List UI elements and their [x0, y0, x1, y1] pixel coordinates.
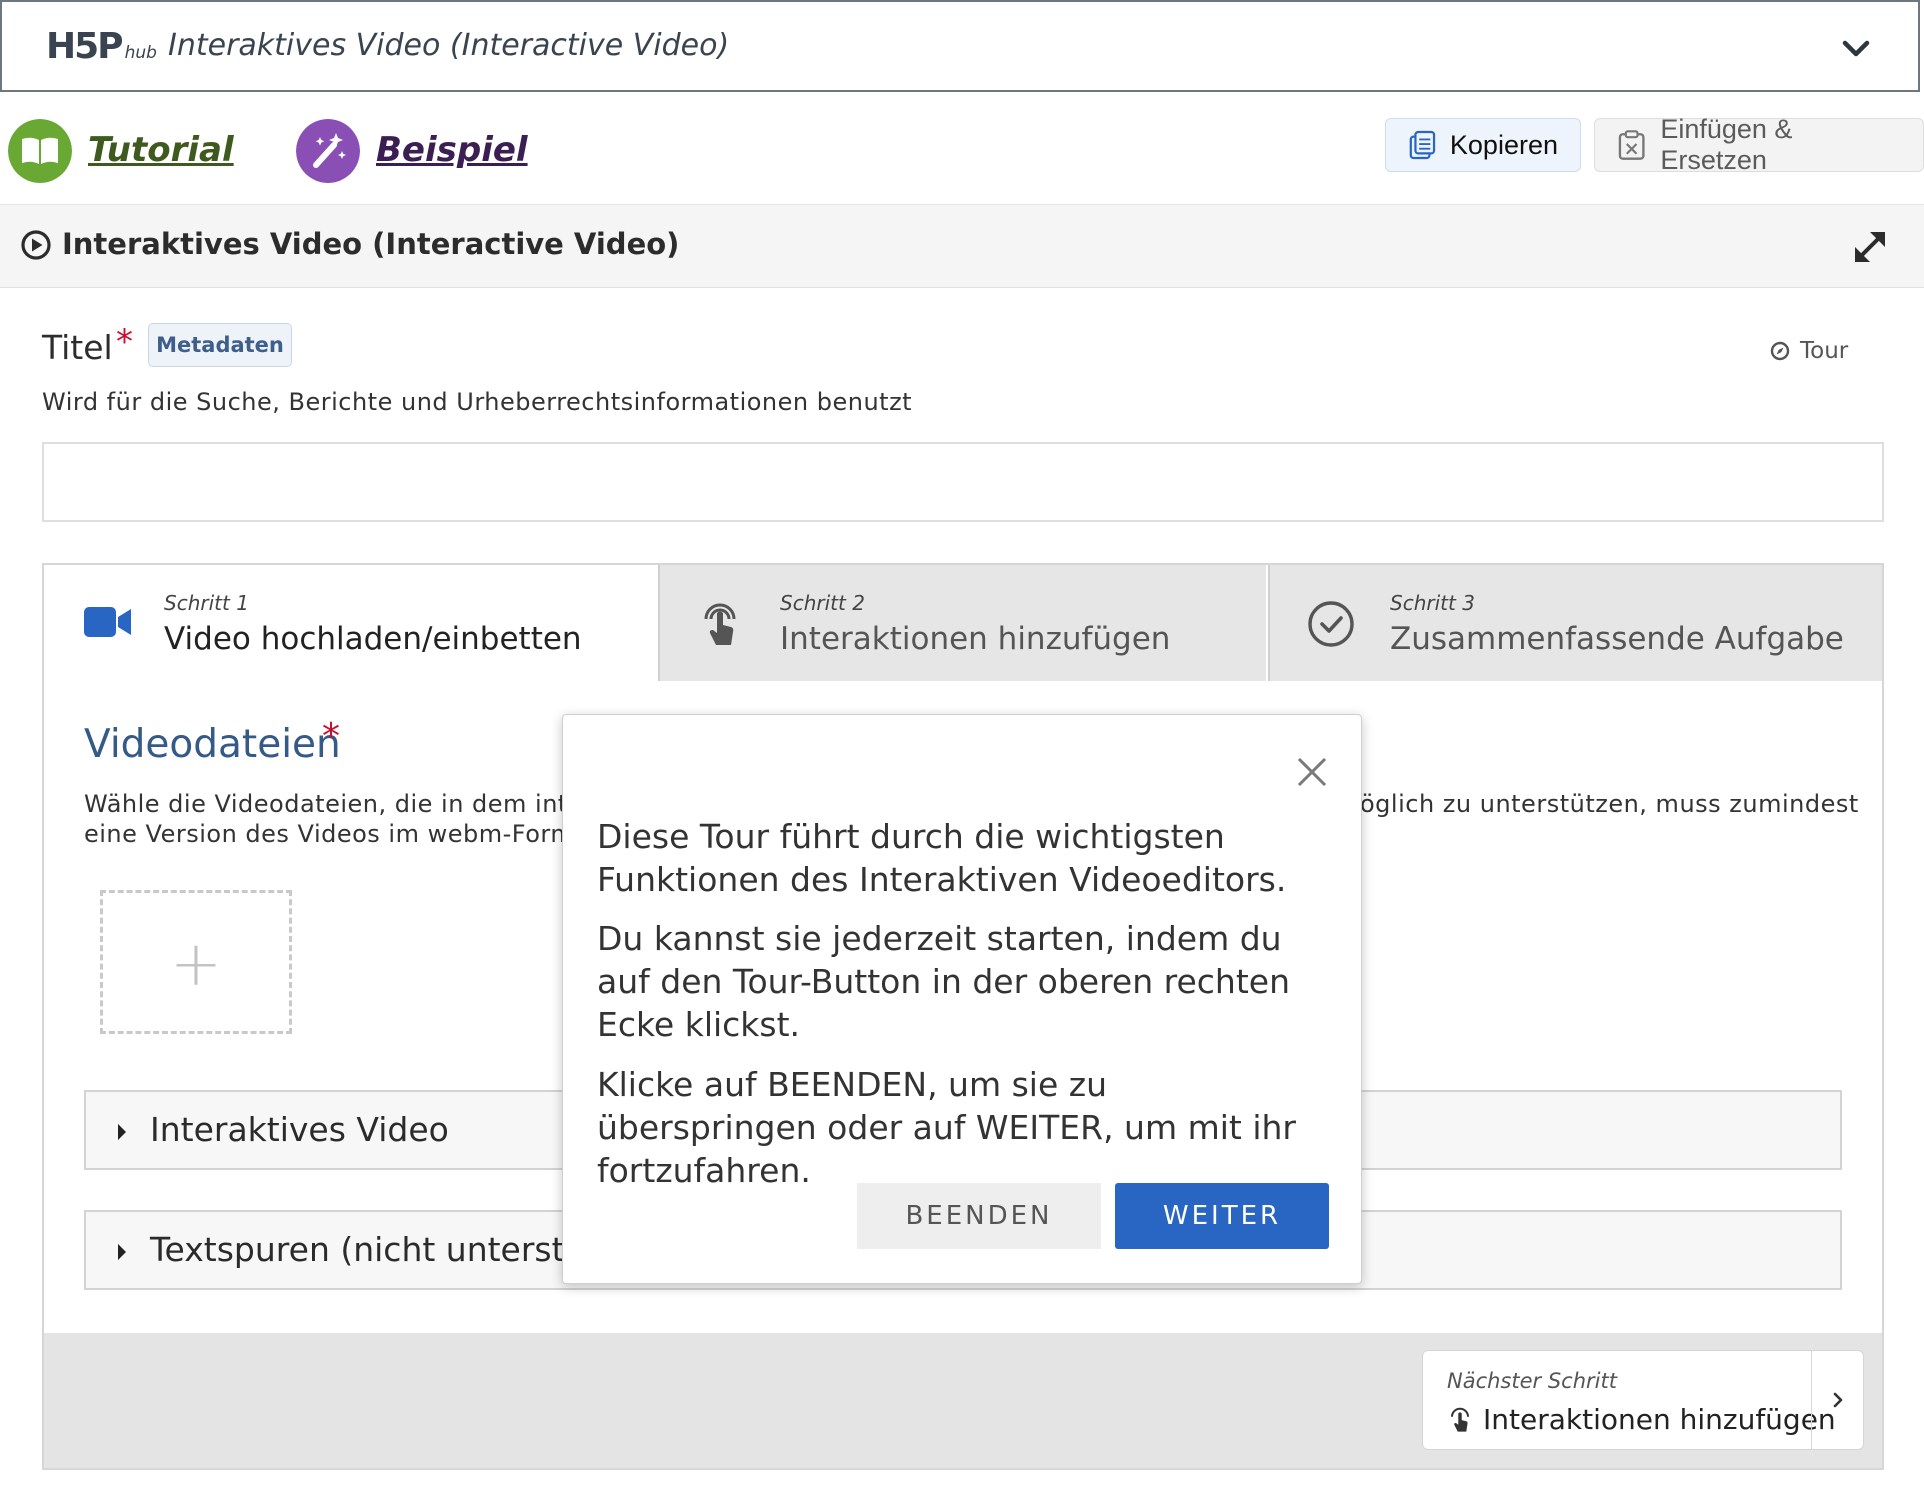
content-section-header: Interaktives Video (Interactive Video): [0, 204, 1924, 288]
plus-icon: +: [170, 927, 222, 1000]
book-icon[interactable]: [8, 119, 72, 183]
tour-dialog: Diese Tour führt durch die wichtigsten F…: [562, 714, 1362, 1284]
caret-right-icon: [118, 1124, 126, 1140]
step-number: Schritt 1: [164, 591, 249, 615]
hub-selector-bar[interactable]: H5P hub Interaktives Video (Interactive V…: [0, 0, 1920, 92]
tour-button-label: Tour: [1800, 338, 1849, 364]
group-label: Textspuren (nicht unterstüt: [150, 1230, 599, 1269]
step-label: Zusammenfassende Aufgabe: [1390, 621, 1844, 657]
fullscreen-icon[interactable]: [1850, 227, 1890, 267]
next-step-label: Interaktionen hinzufügen: [1483, 1403, 1836, 1436]
tour-text: Diese Tour führt durch die wichtigsten F…: [597, 817, 1287, 899]
divider: [1811, 1351, 1812, 1449]
tour-text: Klicke auf BEENDEN, um sie zu überspring…: [597, 1065, 1296, 1190]
paste-replace-button[interactable]: Einfügen & Ersetzen: [1594, 114, 1924, 175]
play-circle-icon: [21, 230, 51, 260]
title-label: Titel: [42, 328, 113, 367]
video-camera-icon: [84, 607, 131, 637]
step-label: Interaktionen hinzufügen: [780, 621, 1171, 657]
caret-right-icon: [118, 1244, 126, 1260]
section-title: Interaktives Video (Interactive Video): [62, 227, 680, 261]
check-circle-icon: [1308, 601, 1354, 647]
add-video-button[interactable]: +: [100, 890, 292, 1034]
tutorial-link[interactable]: Tutorial: [88, 130, 234, 170]
video-files-heading: Videodateien: [84, 722, 341, 767]
video-files-description: eine Version des Videos im webm-Form: [84, 820, 575, 848]
example-link[interactable]: Beispiel: [376, 130, 528, 170]
clipboard-icon: [1618, 130, 1645, 160]
title-description: Wird für die Suche, Berichte und Urheber…: [42, 388, 913, 416]
copy-icon: [1409, 130, 1436, 160]
tab-step-2[interactable]: Schritt 2 Interaktionen hinzufügen: [658, 565, 1266, 681]
magic-wand-icon[interactable]: [296, 119, 360, 183]
video-files-description: Wähle die Videodateien, die in dem inte: [84, 790, 584, 818]
tour-button[interactable]: Tour: [1770, 338, 1848, 364]
tour-end-button[interactable]: BEENDEN: [857, 1183, 1101, 1249]
copy-button[interactable]: Kopieren: [1385, 118, 1581, 172]
compass-icon: [1770, 341, 1790, 361]
tab-step-1[interactable]: Schritt 1 Video hochladen/einbetten: [44, 565, 658, 681]
tab-step-3[interactable]: Schritt 3 Zusammenfassende Aufgabe: [1268, 565, 1882, 681]
tour-next-button[interactable]: WEITER: [1115, 1183, 1329, 1249]
copy-button-label: Kopieren: [1449, 129, 1558, 160]
required-marker: *: [116, 322, 133, 362]
group-label: Interaktives Video: [150, 1110, 449, 1149]
step-number: Schritt 3: [1390, 591, 1475, 615]
next-step-button[interactable]: Nächster Schritt Interaktionen hinzufüge…: [1422, 1350, 1864, 1450]
chevron-right-icon: [1833, 1392, 1843, 1408]
paste-button-label: Einfügen & Ersetzen: [1660, 114, 1793, 175]
close-icon[interactable]: [1295, 755, 1329, 789]
chevron-down-icon[interactable]: [1842, 36, 1870, 60]
pointer-tap-icon: [704, 603, 736, 645]
h5p-hub-logo: H5P hub: [46, 26, 157, 67]
required-marker: *: [322, 716, 340, 757]
tour-text: Du kannst sie jederzeit starten, indem d…: [597, 919, 1290, 1044]
video-files-description: öglich zu unterstützen, muss zumindest: [1360, 790, 1859, 818]
step-label: Video hochladen/einbetten: [164, 621, 582, 657]
step-number: Schritt 2: [780, 591, 865, 615]
pointer-tap-icon: [1451, 1407, 1469, 1432]
next-step-caption: Nächster Schritt: [1447, 1369, 1617, 1393]
hub-content-type-title: Interaktives Video (Interactive Video): [168, 28, 730, 63]
metadata-button[interactable]: Metadaten: [148, 323, 292, 367]
title-input[interactable]: [42, 442, 1884, 522]
